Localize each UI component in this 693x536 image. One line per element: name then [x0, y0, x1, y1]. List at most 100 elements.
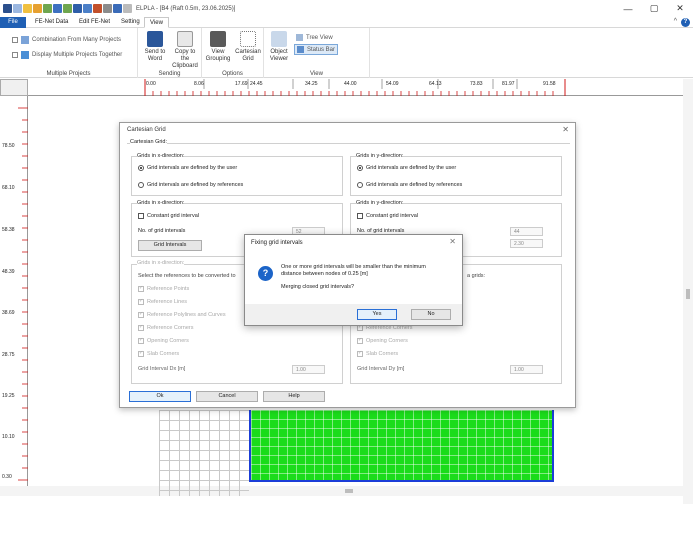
display-projects-button[interactable]: Display Multiple Projects Together: [12, 51, 122, 59]
undo-icon[interactable]: [113, 4, 122, 13]
y-by-references-radio[interactable]: Grid intervals are defined by references: [357, 182, 462, 188]
group-multiple-projects: Combination From Many Projects Display M…: [0, 28, 138, 78]
maximize-button[interactable]: ▢: [641, 0, 667, 17]
grid-intervals-button[interactable]: Grid Intervals: [138, 240, 202, 251]
scroll-thumb[interactable]: [686, 289, 690, 299]
slab-corners-checkbox[interactable]: Slab Corners: [138, 350, 179, 357]
minimize-button[interactable]: —: [615, 0, 641, 17]
ruler-corner: [0, 79, 28, 96]
scroll-thumb[interactable]: [345, 489, 353, 493]
object-viewer-icon: [271, 31, 287, 47]
print-icon[interactable]: [83, 4, 92, 13]
ruler-label: 0.00: [146, 81, 156, 87]
tab-edit-fe-net[interactable]: Edit FE-Net: [74, 17, 115, 28]
message-question: Merging closed grid intervals?: [281, 284, 355, 290]
x-by-references-radio[interactable]: Grid intervals are defined by references: [138, 182, 243, 188]
combination-projects-button[interactable]: Combination From Many Projects: [12, 36, 121, 44]
reference-lines-checkbox[interactable]: Reference Lines: [138, 298, 187, 305]
checkbox-icon: [357, 337, 363, 344]
cancel-button[interactable]: Cancel: [196, 391, 258, 402]
y-opening-corners-checkbox[interactable]: Opening Corners: [357, 337, 408, 344]
checkbox-icon: [138, 337, 144, 344]
ok-button[interactable]: Ok: [129, 391, 191, 402]
horizontal-scrollbar[interactable]: [0, 486, 683, 496]
y-direction-mode-group: [350, 156, 562, 196]
x-no-intervals-label: No. of grid intervals: [138, 228, 186, 234]
x-user-defined-radio[interactable]: Grid intervals are defined by the user: [138, 165, 237, 171]
clipboard-icon: [177, 31, 193, 47]
tab-fe-net-data[interactable]: FE-Net Data: [30, 17, 73, 28]
grid-interval-dy-label: Grid Interval Dy [m]: [357, 366, 405, 372]
app-logo-icon: [3, 4, 12, 13]
radio-icon: [357, 182, 363, 188]
y-no-intervals-input[interactable]: 44: [510, 227, 543, 236]
title-bar: ELPLA - [B4 (Raft 0.5m, 23.06.2025)] — ▢…: [0, 0, 693, 17]
tool-icon[interactable]: [43, 4, 52, 13]
ruler-label: 64.13: [429, 81, 442, 87]
help-button[interactable]: Help: [263, 391, 325, 402]
group-title: Grids in x-direction:: [137, 200, 185, 206]
opening-corners-checkbox[interactable]: Opening Corners: [138, 337, 189, 344]
x-constant-interval-checkbox[interactable]: Constant grid interval: [138, 213, 199, 219]
x-direction-mode-group: [131, 156, 343, 196]
ruler-label: 10.10: [2, 434, 15, 440]
reference-points-checkbox[interactable]: Reference Points: [138, 285, 189, 292]
fixing-grid-intervals-dialog: Fixing grid intervals ✕ ? One or more gr…: [244, 234, 463, 326]
select-references-text: Select the references to be converted to: [138, 273, 236, 279]
open-recent-icon[interactable]: [33, 4, 42, 13]
object-viewer-button[interactable]: Object Viewer: [264, 31, 294, 63]
tab-setting[interactable]: Setting: [116, 17, 145, 28]
open-folder-icon[interactable]: [23, 4, 32, 13]
close-icon[interactable]: ✕: [562, 125, 569, 134]
new-file-icon[interactable]: [13, 4, 22, 13]
close-icon[interactable]: ✕: [449, 237, 456, 246]
group-options: View Grouping Cartesian Grid Options: [202, 28, 264, 78]
ruler-label: 68.10: [2, 185, 15, 191]
checkbox-icon: [138, 311, 144, 318]
no-button[interactable]: No: [411, 309, 451, 320]
tab-view[interactable]: View: [144, 17, 169, 28]
y-interval-value[interactable]: 2.30: [510, 239, 543, 248]
tree-view-button[interactable]: Tree View: [296, 34, 333, 41]
ruler-label: 38.69: [2, 310, 15, 316]
collapse-ribbon-icon[interactable]: ^: [674, 18, 677, 25]
ruler-label: 19.25: [2, 393, 15, 399]
checkbox-icon: [138, 324, 144, 331]
help-icon[interactable]: ?: [681, 18, 690, 27]
checkbox-icon: [357, 213, 363, 219]
reference-polylines-checkbox[interactable]: Reference Polylines and Curves: [138, 311, 226, 318]
reference-corners-checkbox[interactable]: Reference Corners: [138, 324, 193, 331]
tool-icon[interactable]: [63, 4, 72, 13]
save-icon[interactable]: [73, 4, 82, 13]
y-user-defined-radio[interactable]: Grid intervals are defined by the user: [357, 165, 456, 171]
tool-icon[interactable]: [53, 4, 62, 13]
checkbox-icon: [138, 213, 144, 219]
quick-access-toolbar: [0, 4, 132, 13]
tab-file[interactable]: File: [0, 17, 26, 28]
group-sending: Send to Word Copy to the Clipboard Sendi…: [138, 28, 202, 78]
grid-icon[interactable]: [103, 4, 112, 13]
send-to-word-button[interactable]: Send to Word: [140, 31, 170, 63]
yes-button[interactable]: Yes: [357, 309, 397, 320]
group-title: Grids in y-direction:: [356, 200, 404, 206]
group-label: Multiple Projects: [46, 71, 91, 77]
status-bar-button[interactable]: Status Bar: [294, 44, 339, 55]
message-text: One or more grid intervals will be small…: [281, 264, 426, 270]
ruler-label: 73.83: [470, 81, 483, 87]
dialog-footer: Yes No: [245, 304, 462, 325]
checkbox-icon: [138, 350, 144, 357]
copy-clipboard-button[interactable]: Copy to the Clipboard: [170, 31, 200, 70]
ribbon-tabs: File FE-Net Data Edit FE-Net Setting Vie…: [0, 17, 693, 28]
y-constant-interval-checkbox[interactable]: Constant grid interval: [357, 213, 418, 219]
close-button[interactable]: ✕: [667, 0, 693, 17]
vertical-scrollbar[interactable]: [683, 79, 693, 504]
radio-icon: [138, 182, 144, 188]
redo-icon[interactable]: [123, 4, 132, 13]
copy-icon[interactable]: [93, 4, 102, 13]
view-grouping-button[interactable]: View Grouping: [203, 31, 233, 63]
y-slab-corners-checkbox[interactable]: Slab Corners: [357, 350, 398, 357]
projects-icon: [21, 36, 29, 44]
grid-interval-dy-input[interactable]: 1.00: [510, 365, 543, 374]
grid-interval-dx-input[interactable]: 1.00: [292, 365, 325, 374]
cartesian-grid-button[interactable]: Cartesian Grid: [233, 31, 263, 63]
